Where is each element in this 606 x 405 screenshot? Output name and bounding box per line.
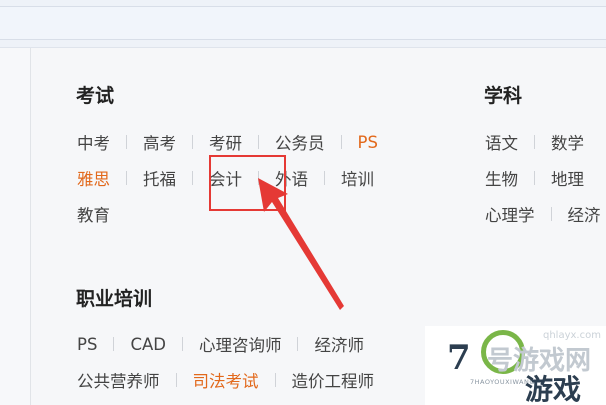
top-bar — [0, 0, 606, 48]
link-gaokao[interactable]: 高考 — [143, 130, 176, 154]
divider — [340, 135, 342, 149]
link-geography[interactable]: 地理 — [551, 166, 584, 190]
link-cad[interactable]: CAD — [130, 335, 166, 354]
vocational-row-1: PS CAD 心理咨询师 经济师 — [77, 332, 364, 356]
link-biology[interactable]: 生物 — [485, 166, 518, 190]
link-psychology[interactable]: 心理学 — [485, 202, 535, 226]
link-zhongkao[interactable]: 中考 — [77, 130, 110, 154]
link-voc-ps[interactable]: PS — [77, 335, 97, 354]
vocational-row-2: 公共营养师 司法考试 造价工程师 — [77, 368, 374, 392]
link-economist[interactable]: 经济师 — [314, 332, 364, 356]
link-civil-servant[interactable]: 公务员 — [275, 130, 325, 154]
divider — [175, 373, 177, 387]
link-ps[interactable]: PS — [358, 133, 378, 152]
search-strip — [0, 6, 606, 40]
divider — [192, 135, 193, 149]
divider — [534, 135, 535, 149]
link-ielts[interactable]: 雅思 — [77, 166, 110, 190]
section-title-subject: 学科 — [484, 85, 523, 107]
divider — [181, 337, 183, 351]
section-title-vocational: 职业培训 — [76, 288, 153, 310]
divider — [550, 207, 552, 221]
link-cost-engineer[interactable]: 造价工程师 — [292, 368, 375, 392]
link-psych-counselor[interactable]: 心理咨询师 — [199, 332, 282, 356]
divider — [534, 171, 535, 185]
exam-row-3: 教育 — [77, 202, 110, 226]
watermark-domain: qhlayx.com — [543, 330, 601, 341]
watermark-seven: 7 — [447, 338, 471, 378]
divider — [126, 135, 127, 149]
subject-row-3: 心理学 经济 — [485, 202, 601, 226]
watermark-logo: 7 号游戏网 qhlayx.com 7HAOYOUXIWANG 游戏 — [425, 326, 606, 405]
section-title-exam: 考试 — [76, 85, 115, 107]
link-judicial-exam[interactable]: 司法考试 — [193, 368, 259, 392]
divider — [274, 373, 276, 387]
highlight-box — [209, 155, 286, 211]
link-kaoyan[interactable]: 考研 — [209, 130, 242, 154]
link-economics[interactable]: 经济 — [568, 202, 601, 226]
divider — [297, 337, 299, 351]
link-toefl[interactable]: 托福 — [143, 166, 176, 190]
divider — [258, 135, 259, 149]
divider — [192, 171, 193, 185]
link-chinese[interactable]: 语文 — [485, 130, 518, 154]
exam-row-1: 中考 高考 考研 公务员 PS — [77, 130, 378, 154]
watermark-game: 游戏 — [525, 373, 582, 405]
subject-row-2: 生物 地理 — [485, 166, 584, 190]
link-math[interactable]: 数学 — [551, 130, 584, 154]
link-training[interactable]: 培训 — [341, 166, 374, 190]
subject-row-1: 语文 数学 — [485, 130, 584, 154]
divider — [126, 171, 127, 185]
divider — [324, 171, 325, 185]
link-education[interactable]: 教育 — [77, 202, 110, 226]
divider — [113, 337, 115, 351]
link-nutritionist[interactable]: 公共营养师 — [77, 368, 160, 392]
